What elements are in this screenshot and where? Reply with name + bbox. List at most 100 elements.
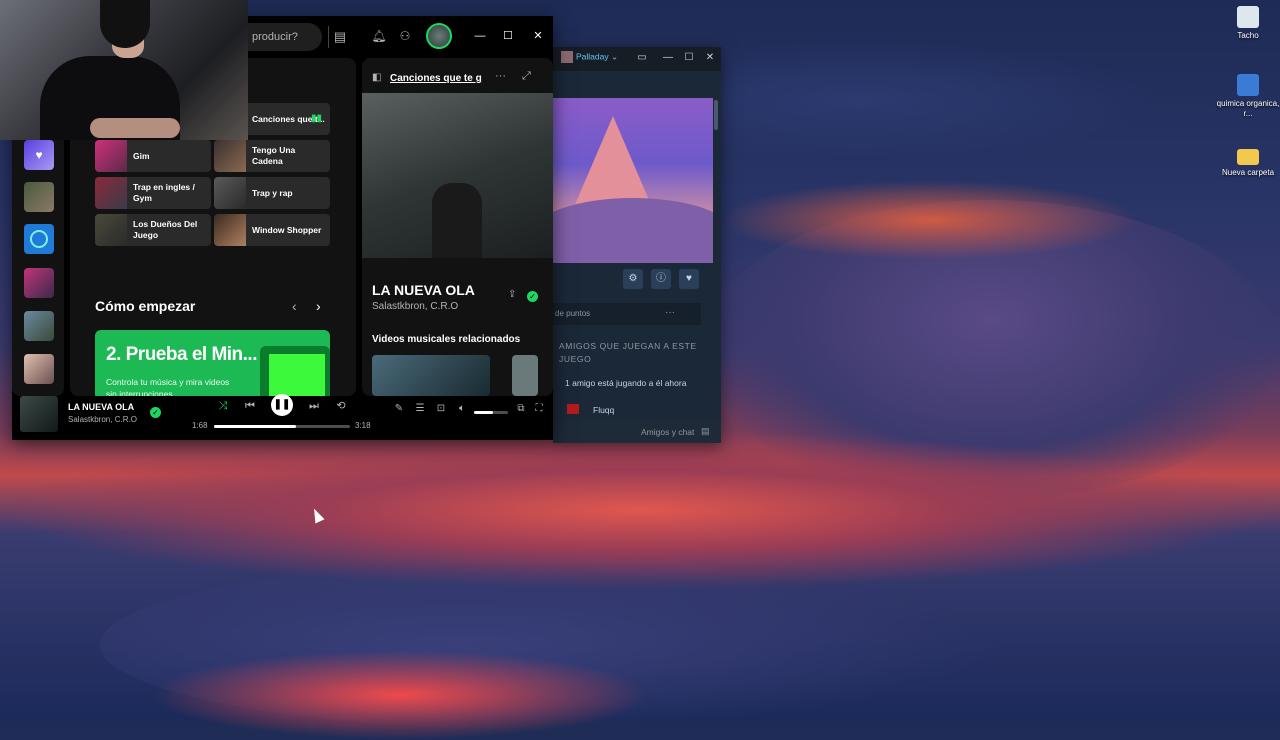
connect-device-icon[interactable]: ⊡ xyxy=(434,402,448,416)
previous-icon[interactable]: ⏮︎ xyxy=(242,398,258,414)
wallpaper-cloud xyxy=(720,180,1140,260)
points-box[interactable]: de puntos ··· xyxy=(553,303,701,325)
shortcut-tile[interactable]: Tengo Una Cadena xyxy=(214,140,330,172)
playlist-thumb[interactable] xyxy=(24,354,54,384)
related-video-thumb[interactable] xyxy=(372,355,490,396)
track-artist[interactable]: Salastkbron, C.R.O xyxy=(372,301,458,312)
artwork-hills xyxy=(553,198,713,263)
desktop-icon-folder[interactable]: Nueva carpeta xyxy=(1213,146,1280,178)
equalizer-icon: ▮▮ xyxy=(310,113,322,124)
shuffle-icon[interactable]: ⤨ xyxy=(215,398,231,414)
chevron-right-icon[interactable]: › xyxy=(316,298,321,314)
lyrics-icon[interactable]: ✎ xyxy=(392,402,406,416)
related-video-thumb[interactable] xyxy=(512,355,538,396)
friends-chat-label: Amigos y chat xyxy=(641,427,695,437)
info-icon[interactable]: ⓘ xyxy=(651,269,671,289)
queue-icon[interactable]: ☰ xyxy=(413,402,427,416)
album-art[interactable] xyxy=(20,396,58,432)
webcam-person xyxy=(100,0,150,48)
now-playing-panel: ◧ Canciones que te g ··· ⤢ LA NUEVA OLA … xyxy=(362,58,553,396)
steam-user-menu[interactable]: Palladay ⌄ xyxy=(561,51,618,63)
friend-name[interactable]: Fluqq xyxy=(593,405,614,415)
tile-label: Tengo Una Cadena xyxy=(252,145,296,166)
playlist-thumb[interactable] xyxy=(24,268,54,298)
tile-art xyxy=(214,177,246,209)
playlist-thumb[interactable] xyxy=(24,311,54,341)
maximize-icon[interactable]: ☐ xyxy=(500,28,516,44)
repeat-icon[interactable]: ⟲ xyxy=(333,398,349,414)
bell-icon[interactable]: 🔔︎ xyxy=(371,28,387,44)
progress-bar[interactable] xyxy=(214,425,350,428)
volume-slider[interactable] xyxy=(474,411,508,414)
shortcut-tile[interactable]: Trap en ingles / Gym xyxy=(95,177,211,209)
more-options-icon[interactable]: ··· xyxy=(665,307,675,318)
heart-icon: ♥ xyxy=(35,148,43,162)
scrollbar[interactable] xyxy=(714,100,718,130)
close-icon[interactable]: ✕ xyxy=(704,52,716,63)
next-icon[interactable]: ⏭︎ xyxy=(306,398,322,414)
playlist-thumb[interactable] xyxy=(24,182,54,212)
shortcut-tile[interactable]: Trap y rap xyxy=(214,177,330,209)
monitor-icon[interactable]: ▭ xyxy=(636,52,648,63)
tile-label: Los Dueños Del Juego xyxy=(133,219,198,240)
friends-chat-bar[interactable]: Amigos y chat ▤ xyxy=(553,421,721,443)
gear-icon[interactable]: ⚙ xyxy=(623,269,643,289)
player-track-title[interactable]: LA NUEVA OLA xyxy=(68,402,134,412)
browse-icon[interactable]: ▤ xyxy=(328,26,351,48)
panel-icon[interactable]: ◧ xyxy=(372,72,381,83)
close-icon[interactable]: ✕ xyxy=(530,28,546,44)
tile-label: Trap en ingles / Gym xyxy=(133,182,195,203)
desktop-icon-recycle-bin[interactable]: Tacho xyxy=(1213,6,1280,41)
desktop-icon-label: Tacho xyxy=(1237,31,1259,40)
webcam-overlay xyxy=(0,0,248,140)
volume-icon[interactable]: 🔈︎ xyxy=(455,402,469,416)
promo-title: 2. Prueba el Min... xyxy=(106,344,258,365)
webcam-person xyxy=(90,118,180,138)
promo-illustration xyxy=(269,354,325,396)
saved-check-icon[interactable]: ✓ xyxy=(150,407,161,418)
music-video[interactable] xyxy=(362,93,553,258)
pause-button[interactable]: ❚❚ xyxy=(271,394,293,416)
shortcut-tile[interactable]: Gim xyxy=(95,140,211,172)
related-videos-heading: Videos musicales relacionados xyxy=(372,334,521,345)
heart-icon[interactable]: ♥ xyxy=(679,269,699,289)
chevron-left-icon[interactable]: ‹ xyxy=(292,298,297,314)
tile-art xyxy=(214,214,246,246)
minimize-icon[interactable]: — xyxy=(472,28,488,44)
promo-subtitle: Controla tu música y mira videos sin int… xyxy=(106,377,230,396)
now-playing-header[interactable]: Canciones que te g xyxy=(390,73,510,84)
miniplayer-icon[interactable]: ⧉ xyxy=(514,402,528,416)
avatar xyxy=(567,404,579,414)
tile-label: Gim xyxy=(133,150,150,161)
fullscreen-icon[interactable]: ⛶ xyxy=(532,402,546,416)
friends-icon[interactable]: ⚇ xyxy=(397,28,413,44)
more-options-icon[interactable]: ··· xyxy=(495,70,506,82)
player-bar: LA NUEVA OLA Salastkbron, C.R.O ✓ ⤨ ⏮︎ ❚… xyxy=(12,394,553,440)
maximize-icon[interactable]: ☐ xyxy=(683,52,695,63)
circle-icon xyxy=(30,230,48,248)
section-title: Cómo empezar xyxy=(95,298,196,314)
video-figure xyxy=(432,183,482,258)
username: Palladay xyxy=(576,51,609,62)
shortcut-tile[interactable]: Window Shopper xyxy=(214,214,330,246)
search-input[interactable]: producir? xyxy=(248,23,322,51)
duration-time: 3:18 xyxy=(355,421,371,430)
elapsed-time: 1:68 xyxy=(192,421,208,430)
friends-playing-status: 1 amigo está jugando a él ahora xyxy=(565,378,687,388)
shortcut-tile[interactable]: Los Dueños Del Juego xyxy=(95,214,211,246)
player-track-artist[interactable]: Salastkbron, C.R.O xyxy=(68,415,137,424)
friends-playing-heading: AMIGOS QUE JUEGAN A ESTE JUEGO xyxy=(559,341,697,364)
folder-icon xyxy=(1237,149,1259,165)
track-title[interactable]: LA NUEVA OLA xyxy=(372,282,475,298)
liked-songs-thumb[interactable]: ♥ xyxy=(24,140,54,170)
playlist-thumb[interactable] xyxy=(24,224,54,254)
promo-card[interactable]: 2. Prueba el Min... Controla tu música y… xyxy=(95,330,330,396)
avatar[interactable] xyxy=(426,23,452,49)
desktop-icon-document[interactable]: quimica organica, r... xyxy=(1213,74,1280,119)
chat-icon[interactable]: ▤ xyxy=(701,426,710,437)
saved-check-icon[interactable]: ✓ xyxy=(527,291,538,302)
points-label: de puntos xyxy=(555,309,591,318)
share-icon[interactable]: ⇪ xyxy=(508,289,516,300)
minimize-icon[interactable]: — xyxy=(662,52,674,63)
expand-icon[interactable]: ⤢ xyxy=(522,70,531,83)
